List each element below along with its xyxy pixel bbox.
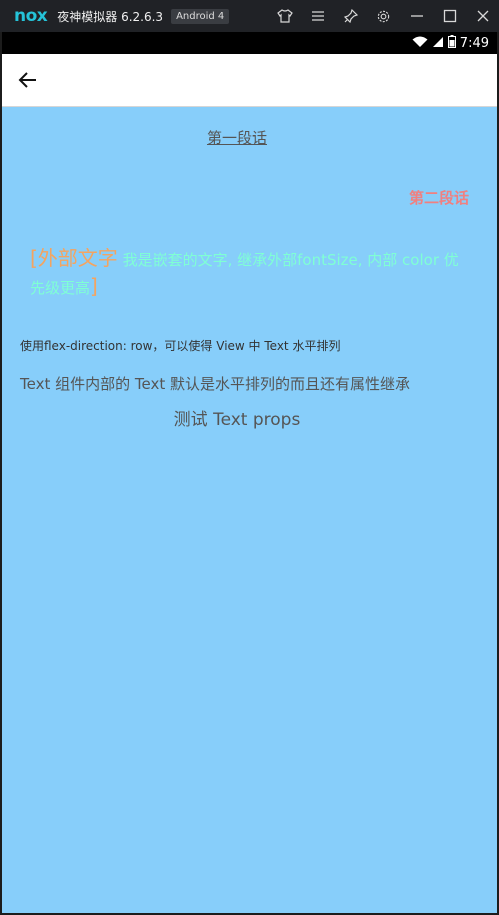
gear-icon[interactable] bbox=[367, 0, 400, 32]
android-statusbar: 7:49 bbox=[2, 32, 497, 54]
menu-icon[interactable] bbox=[301, 0, 334, 32]
outer-text-open: [外部文字 bbox=[30, 246, 118, 270]
pin-icon[interactable] bbox=[334, 0, 367, 32]
signal-icon bbox=[432, 36, 444, 51]
minimize-icon[interactable] bbox=[400, 0, 433, 32]
android-version-badge: Android 4 bbox=[171, 8, 230, 24]
emulator-title: 夜神模拟器 6.2.6.3 bbox=[57, 9, 164, 24]
battery-icon bbox=[447, 35, 456, 51]
nox-logo: nox bbox=[14, 6, 48, 26]
titlebar-controls bbox=[268, 0, 499, 32]
emulator-window: nox 夜神模拟器 6.2.6.3 Android 4 7:49 第一段话 第二… bbox=[0, 0, 499, 915]
paragraph-2: 第二段话 bbox=[408, 189, 469, 207]
arrow-left-icon bbox=[18, 72, 36, 88]
outer-text-close: ] bbox=[90, 274, 98, 298]
shirt-icon[interactable] bbox=[268, 0, 301, 32]
row-text: Text 组件内部的 Text 默认是水平排列的而且还有属性继承 bbox=[20, 375, 410, 393]
app-bar bbox=[2, 54, 497, 107]
status-time: 7:49 bbox=[459, 35, 489, 51]
flex-direction-hint: 使用flex-direction: row，可以使得 View 中 Text 水… bbox=[20, 339, 341, 353]
maximize-icon[interactable] bbox=[433, 0, 466, 32]
wifi-icon bbox=[412, 36, 428, 51]
nested-text-block: [外部文字 我是嵌套的文字, 继承外部fontSize, 内部 color 优先… bbox=[30, 245, 470, 301]
close-icon[interactable] bbox=[466, 0, 499, 32]
back-button[interactable] bbox=[14, 66, 42, 94]
text-props-test: 测试 Text props bbox=[173, 410, 301, 430]
content-area: 第一段话 第二段话 [外部文字 我是嵌套的文字, 继承外部fontSize, 内… bbox=[2, 107, 497, 913]
emulator-titlebar: nox 夜神模拟器 6.2.6.3 Android 4 bbox=[0, 0, 499, 32]
paragraph-1[interactable]: 第一段话 bbox=[2, 127, 472, 148]
